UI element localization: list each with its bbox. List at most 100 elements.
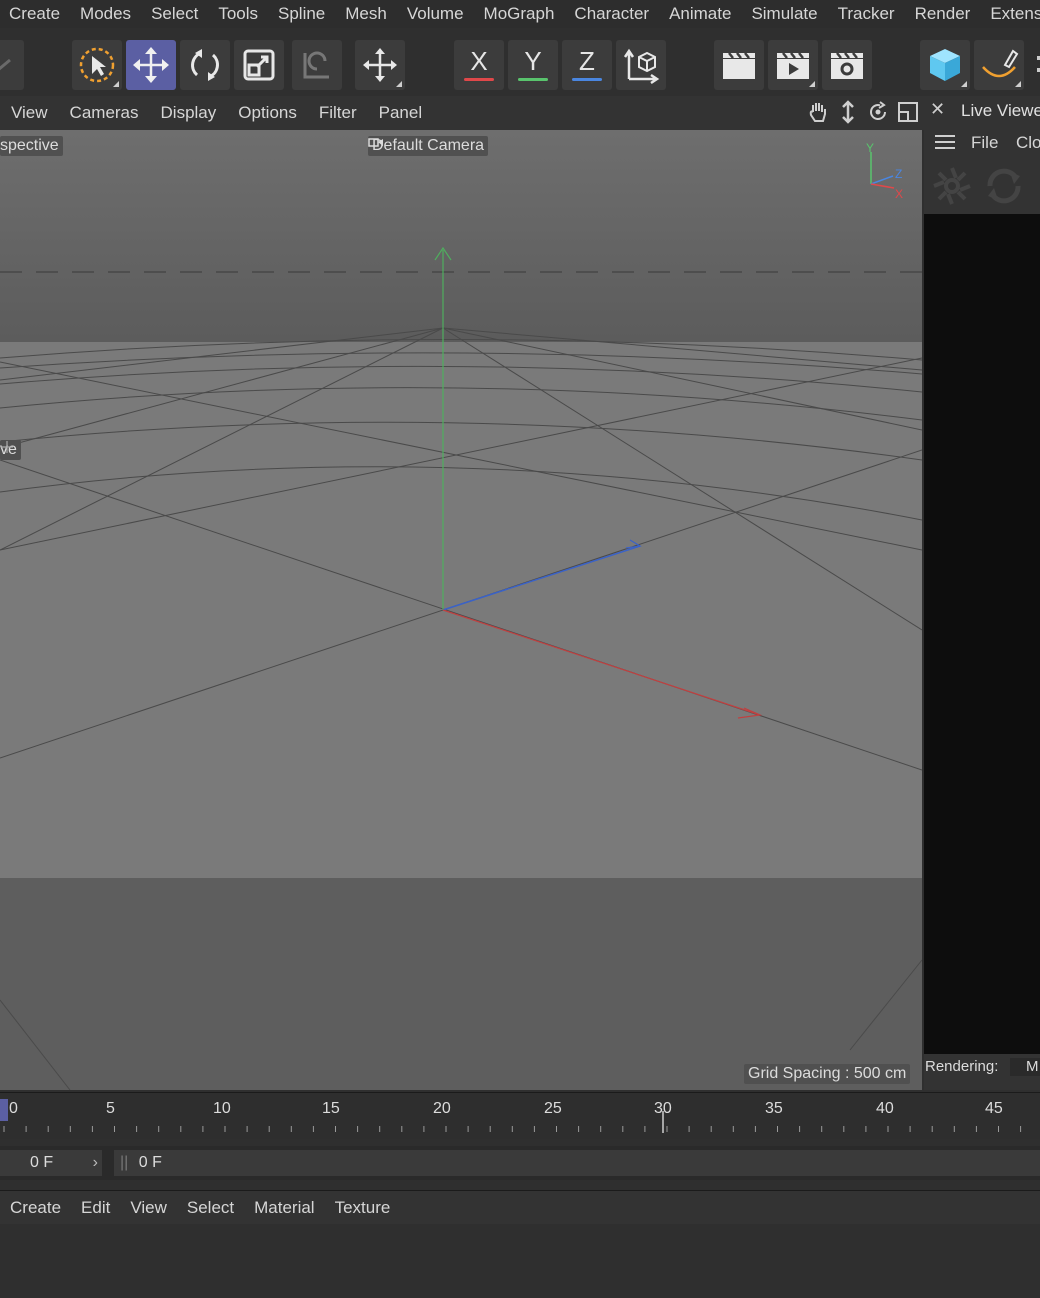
current-frame-value: 0 F (30, 1154, 54, 1171)
menu-simulate[interactable]: Simulate (741, 0, 827, 28)
octane-render-icon[interactable] (930, 164, 974, 208)
clapperboard-gear-icon (831, 52, 863, 79)
main-toolbar: X Y Z (0, 28, 1040, 97)
world-coordinates-icon (623, 48, 660, 85)
camera-label[interactable]: Default Camera (368, 136, 489, 156)
viewport-menu-panel[interactable]: Panel (368, 96, 433, 130)
frame-controls: 0 F › || 0 F (0, 1146, 1040, 1180)
toolbar-overflow-icon[interactable] (1030, 40, 1040, 90)
menu-render[interactable]: Render (905, 0, 981, 28)
hamburger-menu-icon[interactable] (934, 134, 956, 150)
axis-x-indicator (464, 78, 494, 81)
gizmo-y-label: Y (866, 141, 874, 155)
add-cube-button[interactable] (920, 40, 970, 90)
viewport-menu-options[interactable]: Options (227, 96, 308, 130)
menu-extensions[interactable]: Extensions (980, 0, 1040, 28)
menu-spline[interactable]: Spline (268, 0, 335, 28)
live-viewer-toolbar (924, 158, 1040, 214)
gizmo-x-label: X (895, 187, 903, 201)
menu-character[interactable]: Character (564, 0, 659, 28)
material-menu-view[interactable]: View (120, 1191, 177, 1225)
viewport-menu-cameras[interactable]: Cameras (59, 96, 150, 130)
live-viewer-title: Live Viewer (961, 101, 1040, 120)
projection-label[interactable]: spective (0, 136, 63, 156)
axis-z-label: Z (579, 46, 595, 76)
viewport-menu-filter[interactable]: Filter (308, 96, 368, 130)
orbit-icon[interactable] (866, 100, 890, 124)
scale-tool-button[interactable] (234, 40, 284, 90)
clapperboard-icon (723, 52, 755, 79)
rotate-tool-button[interactable] (180, 40, 230, 90)
refresh-icon[interactable] (982, 164, 1026, 208)
coordinate-system-button[interactable] (616, 40, 666, 90)
axis-y-label: Y (524, 46, 542, 76)
material-menu-material[interactable]: Material (244, 1191, 324, 1225)
render-to-picture-viewer-button[interactable] (768, 40, 818, 90)
axis-x-label: X (470, 46, 488, 76)
material-manager-area[interactable] (0, 1224, 1040, 1298)
axis-move-button[interactable] (355, 40, 405, 90)
undo-button[interactable] (0, 40, 24, 90)
timeline-ruler[interactable]: 0 5 10 15 20 25 30 35 40 45 (0, 1092, 1040, 1139)
rotate-icon (191, 49, 219, 81)
add-spline-button[interactable] (974, 40, 1024, 90)
viewport-menubar: View Cameras Display Options Filter Pane… (0, 96, 924, 130)
material-menu-select[interactable]: Select (177, 1191, 244, 1225)
move-tool-button[interactable] (126, 40, 176, 90)
axis-arrows-icon (363, 48, 397, 82)
viewport-menu-view[interactable]: View (0, 96, 59, 130)
lock-z-axis-button[interactable]: Z (562, 40, 612, 90)
chevron-right-icon[interactable]: › (93, 1150, 98, 1176)
viewport-lower-area (0, 878, 922, 1090)
menu-create[interactable]: Create (0, 0, 70, 28)
material-menu-create[interactable]: Create (0, 1191, 71, 1225)
spline-pen-icon (982, 49, 1019, 78)
clapperboard-play-icon (777, 52, 809, 79)
move-cross-icon (1, 441, 13, 453)
live-viewer-menu-file[interactable]: File (971, 133, 998, 153)
render-view-button[interactable] (714, 40, 764, 90)
maximize-view-icon[interactable] (896, 100, 920, 124)
menu-modes[interactable]: Modes (70, 0, 141, 28)
drag-handle-icon[interactable]: || (114, 1154, 128, 1171)
timeline-playhead[interactable] (0, 1099, 8, 1121)
close-icon[interactable]: ✕ (930, 99, 945, 120)
lock-y-axis-button[interactable]: Y (508, 40, 558, 90)
material-menu-texture[interactable]: Texture (325, 1191, 401, 1225)
menu-mesh[interactable]: Mesh (335, 0, 397, 28)
move-arrows-icon (133, 47, 169, 83)
transform-tool-button[interactable] (292, 40, 342, 90)
render-settings-button[interactable] (822, 40, 872, 90)
live-selection-icon (79, 47, 115, 83)
menu-animate[interactable]: Animate (659, 0, 741, 28)
frame-range-field[interactable]: || 0 F (114, 1150, 1040, 1176)
current-frame-field[interactable]: 0 F › (0, 1150, 102, 1176)
menu-tools[interactable]: Tools (208, 0, 268, 28)
live-viewer-statusbar: Rendering: M (924, 1054, 1040, 1090)
axis-z-indicator (572, 78, 602, 81)
viewport-floor (0, 342, 922, 878)
move-mode-label[interactable]: ve (0, 440, 21, 460)
live-selection-button[interactable] (72, 40, 122, 90)
main-menubar: Create Modes Select Tools Spline Mesh Vo… (0, 0, 1040, 28)
gizmo-z-label: Z (895, 167, 902, 181)
tick-label: 40 (876, 1100, 894, 1117)
tick-label: 10 (213, 1100, 231, 1117)
3d-viewport[interactable]: Y Z X spective Default Camera ve Grid Sp… (0, 130, 922, 1090)
dolly-arrows-icon[interactable] (836, 100, 860, 124)
menu-mograph[interactable]: MoGraph (474, 0, 565, 28)
pan-hand-icon[interactable] (806, 100, 830, 124)
material-manager-menubar: Create Edit View Select Material Texture (0, 1190, 1040, 1225)
material-menu-edit[interactable]: Edit (71, 1191, 120, 1225)
menu-select[interactable]: Select (141, 0, 208, 28)
viewport-menu-display[interactable]: Display (150, 96, 228, 130)
menu-tracker[interactable]: Tracker (828, 0, 905, 28)
menu-volume[interactable]: Volume (397, 0, 474, 28)
live-viewer-menubar: File Clo (924, 126, 1040, 158)
cube-icon (930, 49, 960, 81)
tick-label: 35 (765, 1100, 783, 1117)
tick-label: 25 (544, 1100, 562, 1117)
live-viewer-menu-clo[interactable]: Clo (1016, 133, 1040, 153)
live-viewer-canvas[interactable] (924, 214, 1040, 1054)
lock-x-axis-button[interactable]: X (454, 40, 504, 90)
